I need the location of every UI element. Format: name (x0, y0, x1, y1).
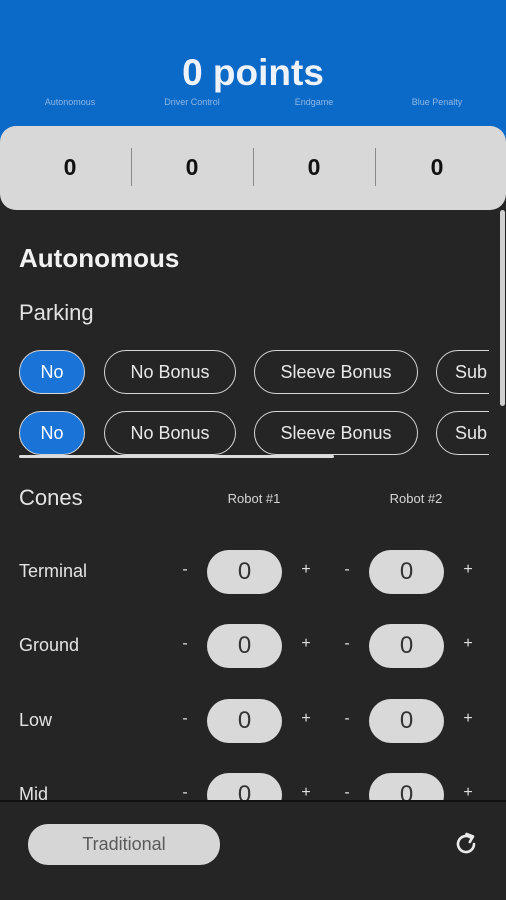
cone-row-label: Terminal (19, 561, 88, 581)
robot-1-count[interactable]: 0 (207, 624, 282, 668)
cone-row-label: Mid (19, 784, 49, 800)
category-label-blue-penalty: Blue Penalty (411, 97, 463, 107)
total-points: 0 points (182, 52, 324, 93)
robot-1-decrement-button[interactable]: - (177, 710, 193, 728)
category-label-endgame: Endgame (294, 97, 334, 107)
parking-chip-no[interactable]: No (19, 350, 85, 394)
parking-options-robot-2[interactable]: No No Bonus Sleeve Bonus Sub (19, 411, 489, 455)
robot-2-decrement-button[interactable]: - (339, 561, 355, 579)
footer-bar: Traditional (0, 800, 506, 900)
cone-row-mid: Mid - 0 + - 0 + (0, 773, 506, 800)
category-label-autonomous: Autonomous (44, 97, 96, 107)
cone-row-label: Ground (19, 635, 80, 655)
robot-2-increment-button[interactable]: + (460, 784, 476, 800)
robot-2-increment-button[interactable]: + (460, 635, 476, 653)
robot-1-header: Robot #1 (227, 491, 281, 506)
robot-2-header: Robot #2 (389, 491, 443, 506)
robot-2-increment-button[interactable]: + (460, 710, 476, 728)
robot-1-decrement-button[interactable]: - (177, 635, 193, 653)
robot-1-decrement-button[interactable]: - (177, 561, 193, 579)
parking-chip-sub[interactable]: Sub (436, 350, 489, 394)
robot-2-decrement-button[interactable]: - (339, 635, 355, 653)
robot-1-increment-button[interactable]: + (298, 561, 314, 579)
robot-2-count[interactable]: 0 (369, 773, 444, 800)
score-endgame: 0 (307, 154, 321, 180)
robot-1-count[interactable]: 0 (207, 773, 282, 800)
robot-1-increment-button[interactable]: + (298, 635, 314, 653)
panel-scrollbar[interactable] (500, 210, 505, 406)
robot-2-decrement-button[interactable]: - (339, 784, 355, 800)
parking-chip-sleeve-bonus[interactable]: Sleeve Bonus (254, 411, 418, 455)
cone-row-low: Low - 0 + - 0 + (0, 699, 506, 743)
parking-chip-sub[interactable]: Sub (436, 411, 489, 455)
autonomous-panel[interactable]: Autonomous Parking No No Bonus Sleeve Bo… (0, 210, 506, 800)
score-blue-penalty: 0 (430, 154, 444, 180)
robot-1-count[interactable]: 0 (207, 550, 282, 594)
refresh-icon[interactable] (452, 830, 480, 858)
robot-2-count[interactable]: 0 (369, 624, 444, 668)
parking-chip-sleeve-bonus[interactable]: Sleeve Bonus (254, 350, 418, 394)
robot-2-count[interactable]: 0 (369, 550, 444, 594)
robot-1-decrement-button[interactable]: - (177, 784, 193, 800)
parking-label: Parking (19, 300, 94, 325)
section-title: Autonomous (19, 243, 180, 273)
score-driver-control: 0 (185, 154, 199, 180)
robot-1-increment-button[interactable]: + (298, 784, 314, 800)
parking-row-scrollbar[interactable] (19, 455, 334, 458)
robot-2-decrement-button[interactable]: - (339, 710, 355, 728)
robot-2-count[interactable]: 0 (369, 699, 444, 743)
robot-1-increment-button[interactable]: + (298, 710, 314, 728)
parking-chip-no-bonus[interactable]: No Bonus (104, 411, 236, 455)
score-card: 0 0 0 0 (0, 126, 506, 210)
category-labels: Autonomous Driver Control Endgame Blue P… (0, 97, 506, 109)
category-label-driver-control: Driver Control (164, 97, 220, 107)
robot-1-count[interactable]: 0 (207, 699, 282, 743)
cone-row-ground: Ground - 0 + - 0 + (0, 624, 506, 668)
parking-chip-no[interactable]: No (19, 411, 85, 455)
cone-row-label: Low (19, 710, 53, 730)
traditional-mode-button[interactable]: Traditional (28, 824, 220, 865)
robot-2-increment-button[interactable]: + (460, 561, 476, 579)
score-autonomous: 0 (63, 154, 77, 180)
cones-label: Cones (19, 485, 83, 510)
parking-chip-no-bonus[interactable]: No Bonus (104, 350, 236, 394)
parking-options-robot-1[interactable]: No No Bonus Sleeve Bonus Sub (19, 350, 489, 394)
cone-row-terminal: Terminal - 0 + - 0 + (0, 550, 506, 594)
